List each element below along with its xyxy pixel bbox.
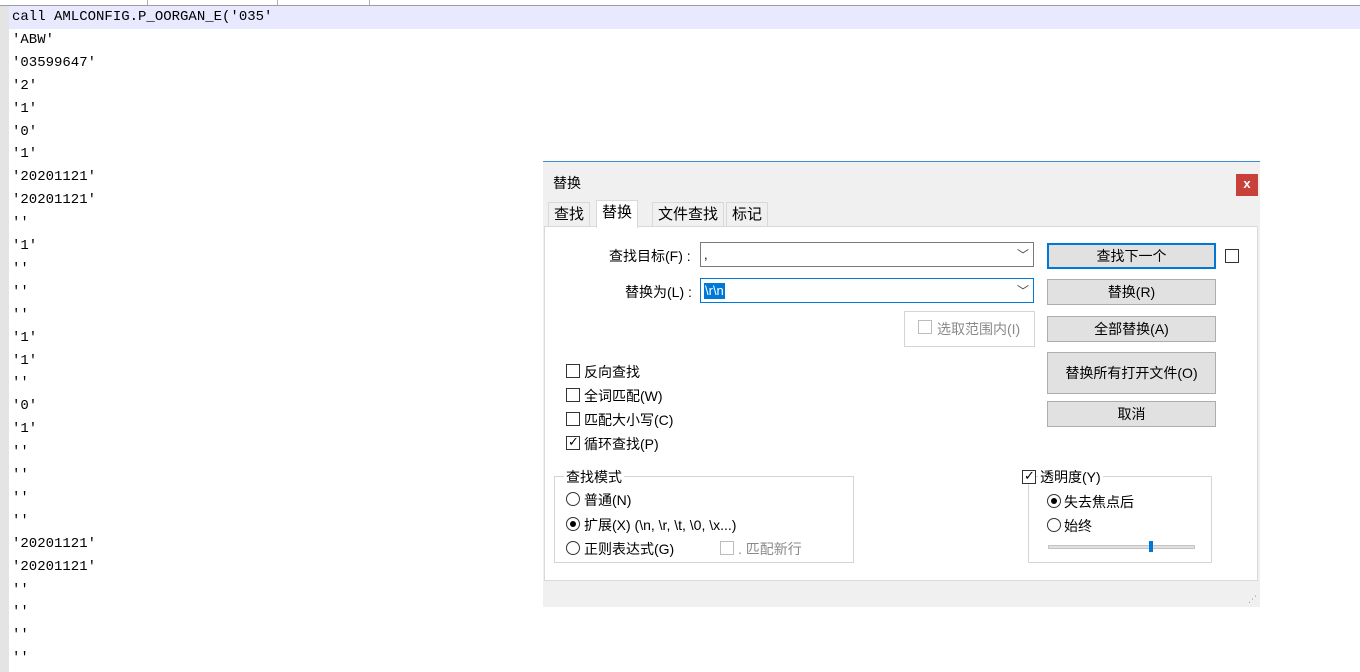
editor-line[interactable]: '' bbox=[12, 281, 29, 304]
in-selection-checkbox[interactable] bbox=[918, 320, 932, 334]
editor-line[interactable]: '' bbox=[12, 441, 29, 464]
editor-line[interactable]: '' bbox=[12, 212, 29, 235]
editor-line[interactable]: '' bbox=[12, 624, 29, 647]
editor-line[interactable]: '' bbox=[12, 372, 29, 395]
on-lose-focus-label: 失去焦点后 bbox=[1064, 494, 1134, 510]
document-tab[interactable] bbox=[0, 0, 148, 5]
always-label: 始终 bbox=[1064, 518, 1092, 534]
replace-panel: 查找目标(F) : , ﹀ 替换为(L) : \r\n ﹀ 选取范围内(I) 查… bbox=[544, 226, 1258, 581]
editor-line[interactable]: '1' bbox=[12, 143, 37, 166]
wrap-around-label: 循环查找(P) bbox=[584, 436, 659, 452]
transparency-slider[interactable] bbox=[1048, 545, 1195, 549]
close-button[interactable]: x bbox=[1236, 174, 1258, 196]
editor-line[interactable]: '1' bbox=[12, 235, 37, 258]
replace-button[interactable]: 替换(R) bbox=[1047, 279, 1216, 305]
dialog-status-bar: ⋰ bbox=[543, 581, 1260, 607]
editor-line[interactable]: call AMLCONFIG.P_OORGAN_E('035' bbox=[9, 6, 1360, 29]
editor-line[interactable]: '' bbox=[12, 304, 29, 327]
regex-mode-label: 正则表达式(G) bbox=[584, 541, 675, 557]
find-input[interactable]: , ﹀ bbox=[700, 242, 1034, 267]
document-tab[interactable] bbox=[278, 0, 370, 5]
find-next-option-checkbox[interactable] bbox=[1225, 249, 1239, 263]
tab-find-in-files[interactable]: 文件查找 bbox=[652, 202, 725, 227]
tab-replace[interactable]: 替换 bbox=[596, 200, 639, 228]
editor-line[interactable]: '1' bbox=[12, 98, 37, 121]
replace-input[interactable]: \r\n ﹀ bbox=[700, 278, 1034, 303]
dialog-title: 替换 bbox=[553, 175, 581, 191]
dot-newline-label: . 匹配新行 bbox=[738, 541, 802, 557]
editor-line[interactable]: '' bbox=[12, 258, 29, 281]
whole-word-label: 全词匹配(W) bbox=[584, 388, 663, 404]
extended-mode-radio[interactable] bbox=[566, 517, 580, 531]
editor-line[interactable]: '20201121' bbox=[12, 556, 96, 579]
normal-mode-label: 普通(N) bbox=[584, 492, 632, 508]
find-label: 查找目标(F) : bbox=[609, 248, 691, 264]
resize-grip-icon[interactable]: ⋰ bbox=[1248, 594, 1257, 605]
replace-label: 替换为(L) : bbox=[625, 284, 692, 300]
editor-line[interactable]: '1' bbox=[12, 418, 37, 441]
replace-all-button[interactable]: 全部替换(A) bbox=[1047, 316, 1216, 342]
replace-value: \r\n bbox=[704, 283, 725, 299]
replace-all-open-files-button[interactable]: 替换所有打开文件(O) bbox=[1047, 352, 1216, 394]
search-mode-title: 查找模式 bbox=[564, 467, 624, 487]
editor-line[interactable]: '' bbox=[12, 647, 29, 670]
editor-line[interactable]: '' bbox=[12, 510, 29, 533]
editor-line[interactable]: '0' bbox=[12, 121, 37, 144]
find-next-button[interactable]: 查找下一个 bbox=[1047, 243, 1216, 269]
tab-find[interactable]: 查找 bbox=[548, 202, 591, 227]
editor-line[interactable]: '' bbox=[12, 464, 29, 487]
in-selection-label: 选取范围内(I) bbox=[937, 321, 1021, 337]
cancel-button[interactable]: 取消 bbox=[1047, 401, 1216, 427]
wrap-around-checkbox[interactable] bbox=[566, 434, 580, 450]
editor-line[interactable]: '0' bbox=[12, 395, 37, 418]
transparency-slider-thumb[interactable] bbox=[1148, 541, 1153, 552]
editor-gutter bbox=[0, 6, 9, 672]
extended-mode-label: 扩展(X) (\n, \r, \t, \0, \x...) bbox=[584, 517, 737, 533]
document-tab[interactable] bbox=[148, 0, 278, 5]
editor-line[interactable]: '' bbox=[12, 601, 29, 624]
replace-dialog: 替换 x 查找 替换 文件查找 标记 查找目标(F) : , ﹀ 替换为(L) … bbox=[543, 161, 1260, 607]
editor-line[interactable]: '1' bbox=[12, 327, 37, 350]
find-value: , bbox=[704, 247, 708, 262]
chevron-down-icon[interactable]: ﹀ bbox=[1017, 282, 1029, 299]
editor-line[interactable]: '1' bbox=[12, 350, 37, 373]
editor-line[interactable]: '2' bbox=[12, 75, 37, 98]
transparency-title: 透明度(Y) bbox=[1038, 467, 1103, 487]
tab-mark[interactable]: 标记 bbox=[726, 202, 769, 227]
editor-line[interactable]: '' bbox=[12, 487, 29, 510]
normal-mode-radio[interactable] bbox=[566, 492, 580, 506]
chevron-down-icon[interactable]: ﹀ bbox=[1017, 246, 1029, 263]
backward-checkbox[interactable] bbox=[566, 364, 580, 378]
editor-line[interactable]: '' bbox=[12, 579, 29, 602]
whole-word-checkbox[interactable] bbox=[566, 388, 580, 402]
editor-line[interactable]: '03599647' bbox=[12, 52, 96, 75]
transparency-checkbox[interactable] bbox=[1022, 468, 1036, 484]
always-radio[interactable] bbox=[1047, 518, 1061, 532]
editor-line[interactable]: '20201121' bbox=[12, 166, 96, 189]
dot-newline-checkbox[interactable] bbox=[720, 541, 734, 555]
on-lose-focus-radio[interactable] bbox=[1047, 494, 1061, 508]
regex-mode-radio[interactable] bbox=[566, 541, 580, 555]
editor-line[interactable]: '20201121' bbox=[12, 533, 96, 556]
match-case-checkbox[interactable] bbox=[566, 412, 580, 426]
editor-line[interactable]: 'ABW' bbox=[12, 29, 54, 52]
editor-line[interactable]: '20201121' bbox=[12, 189, 96, 212]
backward-label: 反向查找 bbox=[584, 364, 640, 380]
match-case-label: 匹配大小写(C) bbox=[584, 412, 674, 428]
